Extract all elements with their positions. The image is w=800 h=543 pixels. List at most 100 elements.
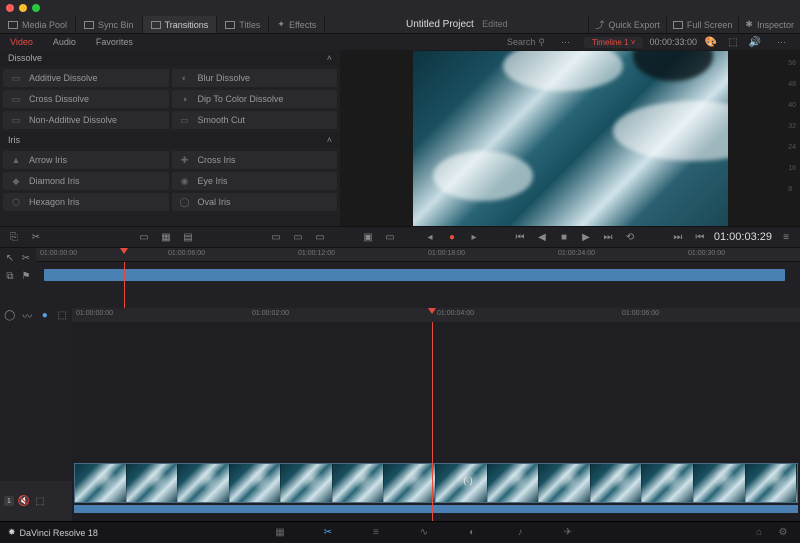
item-arrow-iris[interactable]: ▲Arrow Iris: [3, 151, 169, 169]
clip-bar[interactable]: [44, 269, 785, 281]
selection-tool-icon[interactable]: ↖: [4, 252, 16, 264]
fairlight-page-icon[interactable]: ♪: [511, 526, 529, 540]
chevron-up-icon: ˄: [327, 53, 332, 63]
item-diamond-iris[interactable]: ◆Diamond Iris: [3, 172, 169, 190]
next-edit-icon[interactable]: ▸: [466, 230, 482, 244]
audio-scroll-icon[interactable]: 〰: [22, 309, 34, 321]
project-settings-icon[interactable]: ⚙: [774, 526, 792, 540]
item-non-additive[interactable]: ▭Non-Additive Dissolve: [3, 111, 169, 129]
video-only-icon[interactable]: ●: [39, 309, 51, 321]
tracks-area[interactable]: ⟨·⟩: [72, 322, 800, 521]
project-status: Edited: [482, 19, 508, 29]
full-screen-button[interactable]: Full Screen: [666, 16, 739, 33]
next-clip-button[interactable]: ⏭: [670, 230, 686, 244]
edit-page-icon[interactable]: ≡: [367, 526, 385, 540]
track-header-column: ◯ 〰 ● ⬚ 1 🔇 ⬚: [0, 308, 72, 521]
transitions-tab[interactable]: Transitions: [143, 16, 218, 33]
ruler-mark: 01:00:24:00: [558, 250, 595, 257]
audio-filter-tab[interactable]: Audio: [43, 37, 86, 47]
inspector-button[interactable]: ✱Inspector: [738, 16, 800, 33]
fullscreen-window-button[interactable]: [32, 4, 40, 12]
tool-c-icon[interactable]: ▤: [180, 230, 196, 244]
prev-edit-icon[interactable]: ◂: [422, 230, 438, 244]
minimize-window-button[interactable]: [19, 4, 27, 12]
lock-icon[interactable]: ⬚: [34, 495, 46, 507]
prev-clip-button[interactable]: ⏮: [692, 230, 708, 244]
options-icon[interactable]: ≡: [778, 230, 794, 244]
project-manager-icon[interactable]: ⌂: [750, 526, 768, 540]
marker-tool-icon[interactable]: ⚑: [20, 270, 32, 282]
color-page-icon[interactable]: ◐: [463, 526, 481, 540]
timeline-ruler[interactable]: 01:00:00:00 01:00:02:00 01:00:04:00 01:0…: [72, 308, 800, 322]
viewer-options-button[interactable]: ⋯: [769, 37, 794, 48]
item-blur-dissolve[interactable]: ◐Blur Dissolve: [172, 69, 338, 87]
titles-tab[interactable]: Titles: [217, 16, 269, 33]
sync-bin-tab[interactable]: Sync Bin: [76, 16, 143, 33]
item-dip-to-color[interactable]: ◑Dip To Color Dissolve: [172, 90, 338, 108]
loop-button[interactable]: ⟲: [622, 230, 638, 244]
close-window-button[interactable]: [6, 4, 14, 12]
go-end-button[interactable]: ⏭: [600, 230, 616, 244]
media-pool-label: Media Pool: [22, 20, 67, 30]
trim-cursor-icon[interactable]: ⟨·⟩: [463, 476, 473, 487]
item-cross-iris[interactable]: ✚Cross Iris: [172, 151, 338, 169]
viewer-frame[interactable]: [413, 51, 728, 226]
item-cross-dissolve[interactable]: ▭Cross Dissolve: [3, 90, 169, 108]
timeline-playhead[interactable]: [428, 308, 436, 314]
app-name: DaVinci Resolve 18: [20, 528, 98, 538]
snap-tool-icon[interactable]: ⧉: [4, 270, 16, 282]
color-picker-icon[interactable]: 🎨: [703, 35, 719, 49]
favorites-filter-tab[interactable]: Favorites: [86, 37, 143, 47]
mute-icon[interactable]: 🔇: [18, 495, 30, 507]
effects-icon: ✦: [277, 19, 285, 30]
main-timeline: ◯ 〰 ● ⬚ 1 🔇 ⬚ 01:00:00:00 01:00:02:00 01…: [0, 308, 800, 521]
tool-smart-insert-icon[interactable]: ⎘: [6, 230, 22, 244]
item-oval-iris[interactable]: ◯Oval Iris: [172, 193, 338, 211]
cut-page-icon[interactable]: ✂: [319, 526, 337, 540]
blade-tool-icon[interactable]: ✂: [20, 252, 32, 264]
upper-track[interactable]: [36, 262, 800, 308]
step-back-button[interactable]: ◀: [534, 230, 550, 244]
v1-track-header[interactable]: 1 🔇 ⬚: [0, 481, 72, 521]
media-pool-tab[interactable]: Media Pool: [0, 16, 76, 33]
zoom-fit-icon[interactable]: ▭: [382, 230, 398, 244]
item-smooth-cut[interactable]: ▭Smooth Cut: [172, 111, 338, 129]
timeline-selector[interactable]: Timeline 1 ˅: [584, 37, 644, 48]
audio-clip[interactable]: [74, 505, 798, 513]
stop-button[interactable]: ■: [556, 230, 572, 244]
item-hexagon-iris[interactable]: ⬡Hexagon Iris: [3, 193, 169, 211]
quick-export-button[interactable]: ⤴Quick Export: [588, 16, 666, 33]
tool-a-icon[interactable]: ▭: [136, 230, 152, 244]
marker-dot-icon[interactable]: ●: [444, 230, 460, 244]
timeline-body[interactable]: 01:00:00:00 01:00:02:00 01:00:04:00 01:0…: [72, 308, 800, 521]
video-clip[interactable]: ⟨·⟩: [74, 463, 798, 503]
inspector-label: Inspector: [757, 20, 794, 30]
upper-playhead[interactable]: [120, 248, 128, 254]
tool-cut-icon[interactable]: ✂: [28, 230, 44, 244]
safe-area-icon[interactable]: ▣: [360, 230, 376, 244]
item-additive-dissolve[interactable]: ▭Additive Dissolve: [3, 69, 169, 87]
panel-options-button[interactable]: ⋯: [553, 37, 578, 48]
search-icon[interactable]: ⚲: [538, 37, 545, 48]
record-icon[interactable]: ⬚: [57, 309, 69, 321]
tool-f-icon[interactable]: ▭: [312, 230, 328, 244]
bypass-icon[interactable]: ⬚: [725, 35, 741, 49]
sync-lock-icon[interactable]: ◯: [4, 309, 16, 321]
category-iris[interactable]: Iris ˄: [0, 132, 340, 148]
project-title: Untitled Project: [406, 19, 474, 30]
item-eye-iris[interactable]: ◉Eye Iris: [172, 172, 338, 190]
fusion-page-icon[interactable]: ∿: [415, 526, 433, 540]
deliver-page-icon[interactable]: ✈: [559, 526, 577, 540]
volume-icon[interactable]: 🔊: [747, 35, 763, 49]
media-page-icon[interactable]: ▦: [271, 526, 289, 540]
category-dissolve[interactable]: Dissolve ˄: [0, 50, 340, 66]
go-start-button[interactable]: ⏮: [512, 230, 528, 244]
play-button[interactable]: ▶: [578, 230, 594, 244]
tool-b-icon[interactable]: ▦: [158, 230, 174, 244]
tool-d-icon[interactable]: ▭: [268, 230, 284, 244]
tool-e-icon[interactable]: ▭: [290, 230, 306, 244]
source-timecode: 00:00:33:00: [649, 37, 697, 47]
video-filter-tab[interactable]: Video: [0, 37, 43, 47]
effects-tab[interactable]: ✦Effects: [269, 16, 325, 33]
upper-ruler[interactable]: 01:00:00:00 01:00:06:00 01:00:12:00 01:0…: [36, 248, 800, 262]
